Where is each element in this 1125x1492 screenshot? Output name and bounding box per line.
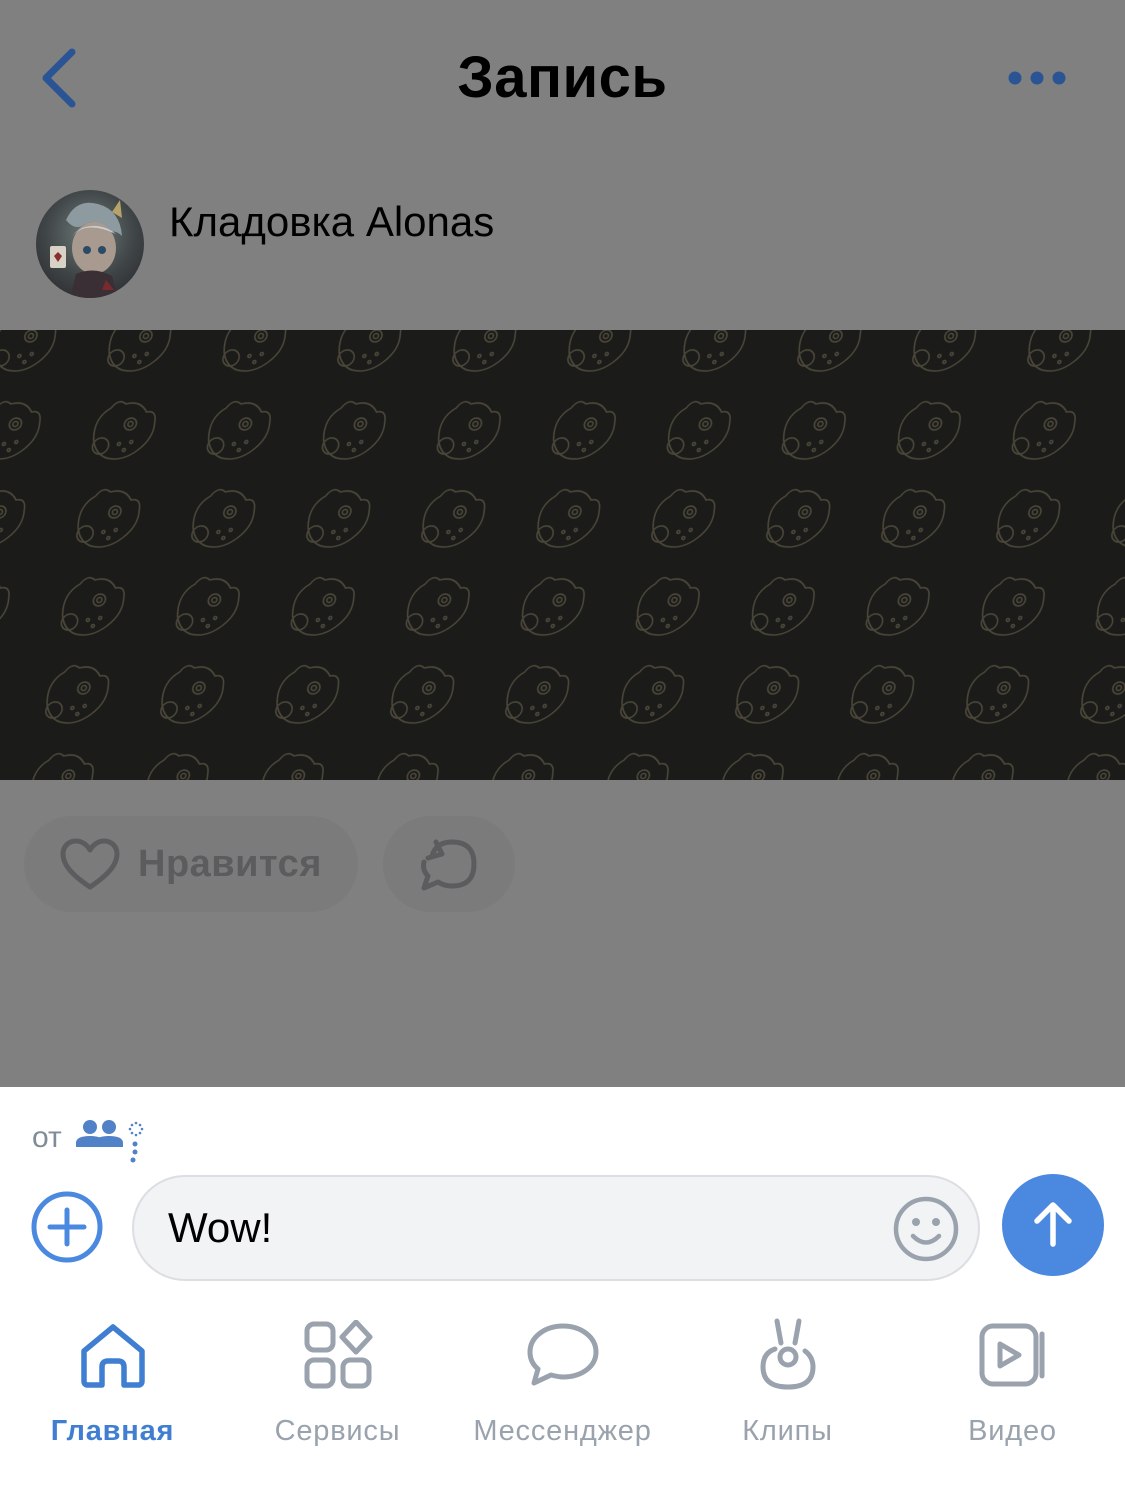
emoji-button[interactable]: [892, 1195, 960, 1263]
home-icon: [73, 1315, 153, 1395]
arrow-up-icon: [1034, 1202, 1072, 1247]
author-name[interactable]: Кладовка Alonas: [169, 198, 494, 246]
tab-label: Видео: [968, 1415, 1057, 1447]
page-title: Запись: [457, 45, 668, 110]
tab-services[interactable]: Сервисы: [225, 1315, 450, 1455]
comment-input[interactable]: [168, 1177, 868, 1279]
post-author-row: Кладовка Alonas: [36, 190, 1125, 302]
services-icon: [298, 1315, 378, 1395]
post-actions: Нравится: [24, 816, 1125, 912]
video-icon: [973, 1315, 1053, 1395]
share-button[interactable]: [383, 816, 515, 912]
message-input-container: [132, 1175, 980, 1281]
avatar-image: [36, 190, 144, 298]
from-label: от: [32, 1121, 62, 1154]
tab-label: Мессенджер: [473, 1415, 652, 1447]
post-image[interactable]: [0, 330, 1125, 780]
tab-label: Сервисы: [274, 1415, 401, 1447]
tab-label: Главная: [50, 1415, 175, 1447]
plus-circle-icon: [31, 1191, 103, 1263]
comment-composer: от: [0, 1087, 1125, 1297]
heart-icon: [58, 832, 122, 896]
post-view-dimmed: Запись Кладовка Alonas Нравится: [0, 0, 1125, 1087]
tab-clips[interactable]: Клипы: [675, 1315, 900, 1455]
smile-icon: [893, 1196, 959, 1262]
tab-video[interactable]: Видео: [900, 1315, 1125, 1455]
send-button[interactable]: [1002, 1174, 1104, 1276]
tab-home[interactable]: Главная: [0, 1315, 225, 1455]
post-as-selector[interactable]: от: [32, 1117, 146, 1173]
author-avatar[interactable]: [36, 190, 144, 298]
tab-messenger[interactable]: Мессенджер: [450, 1315, 675, 1455]
pattern-image: [0, 330, 1125, 780]
more-horizontal-icon: [1008, 71, 1066, 85]
like-label: Нравится: [138, 842, 322, 885]
clips-icon: [748, 1315, 828, 1395]
navigation-bar: Запись: [0, 0, 1125, 160]
tab-label: Клипы: [742, 1415, 833, 1447]
messenger-icon: [523, 1315, 603, 1395]
attach-button[interactable]: [30, 1190, 104, 1264]
share-icon: [421, 839, 477, 891]
screen: Запись Кладовка Alonas Нравится от Wow! …: [0, 0, 1125, 1492]
community-icon: [75, 1120, 144, 1163]
more-options-button[interactable]: [997, 58, 1077, 98]
like-button[interactable]: Нравится: [24, 816, 358, 912]
tab-bar: Главная Сервисы Мессенджер Клипы Видео: [0, 1297, 1125, 1492]
